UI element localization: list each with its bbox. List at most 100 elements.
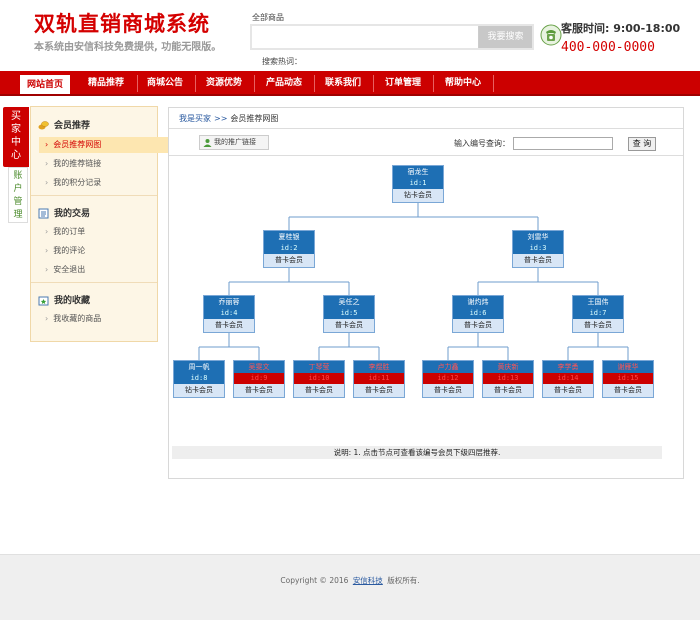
customer-service: 客服时间: 9:00-18:00 400-000-0000 <box>537 18 680 55</box>
phone-icon <box>540 24 562 46</box>
search-input[interactable] <box>252 26 478 48</box>
member-name: 吴雯文 <box>234 361 284 373</box>
tree-node[interactable]: 卢力鑫 id:12 普卡会员 <box>422 360 474 398</box>
company-link[interactable]: 安信科技 <box>353 576 383 585</box>
member-id: id:13 <box>483 373 533 384</box>
star-folder-icon <box>38 296 49 306</box>
nav-item-help[interactable]: 帮助中心 <box>435 71 491 96</box>
coins-icon <box>38 121 49 130</box>
service-time: 客服时间: 9:00-18:00 <box>561 22 681 35</box>
member-name: 宿龙生 <box>393 166 443 178</box>
member-level: 普卡会员 <box>294 384 344 397</box>
document-icon <box>38 208 49 219</box>
tree-node[interactable]: 刘雷华 id:3 普卡会员 <box>512 230 564 268</box>
member-level: 普卡会员 <box>603 384 653 397</box>
nav-sep <box>195 75 196 92</box>
tree-node[interactable]: 吴雯文 id:9 普卡会员 <box>233 360 285 398</box>
sidebar-item-my-reviews[interactable]: › 我的评论 <box>45 245 85 256</box>
chevron-right-icon: › <box>45 227 49 236</box>
member-level: 普卡会员 <box>453 319 503 332</box>
sidebar-divider <box>31 282 157 283</box>
sidebar-item-my-orders[interactable]: › 我的订单 <box>45 226 85 237</box>
tree-node[interactable]: 谢雁华 id:15 普卡会员 <box>602 360 654 398</box>
member-name: 王国伟 <box>573 296 623 308</box>
member-id: id:4 <box>204 308 254 319</box>
tree-node[interactable]: 周一帆 id:8 钻卡会员 <box>173 360 225 398</box>
referral-tree: 宿龙生 id:1 钻卡会员夏桂银 id:2 普卡会员 刘雷华 id:3 普卡会员乔丽蓉 id:4… <box>169 108 683 478</box>
tree-node[interactable]: 李学勇 id:14 普卡会员 <box>542 360 594 398</box>
site-title: 双轨直销商城系统 <box>34 11 210 36</box>
search-box: 我要搜索 <box>250 24 534 50</box>
tree-node[interactable]: 谢灼炜 id:6 普卡会员 <box>452 295 504 333</box>
tree-node[interactable]: 王国伟 id:7 普卡会员 <box>572 295 624 333</box>
tree-note: 说明: 1. 点击节点可查看该编号会员下级四层推荐. <box>172 446 662 459</box>
member-id: id:11 <box>354 373 404 384</box>
member-level: 普卡会员 <box>573 319 623 332</box>
member-level: 普卡会员 <box>264 254 314 267</box>
member-name: 吴任之 <box>324 296 374 308</box>
member-name: 黄庆新 <box>483 361 533 373</box>
nav-sep <box>373 75 374 92</box>
nav-sep <box>493 75 494 92</box>
member-level: 普卡会员 <box>513 254 563 267</box>
tree-node[interactable]: 李煜胜 id:11 普卡会员 <box>353 360 405 398</box>
main-nav: 网站首页 精品推荐 商城公告 资源优势 产品动态 联系我们 订单管理 帮助中心 <box>0 71 700 96</box>
member-name: 卢力鑫 <box>423 361 473 373</box>
sidebar-item-logout[interactable]: › 安全退出 <box>45 264 85 275</box>
sidebar-group-favorites: 我的收藏 <box>38 293 90 306</box>
member-id: id:8 <box>174 373 224 384</box>
service-phone: 400-000-0000 <box>561 40 655 55</box>
tree-node[interactable]: 宿龙生 id:1 钻卡会员 <box>392 165 444 203</box>
member-id: id:10 <box>294 373 344 384</box>
member-id: id:9 <box>234 373 284 384</box>
tree-node[interactable]: 夏桂银 id:2 普卡会员 <box>263 230 315 268</box>
member-level: 普卡会员 <box>324 319 374 332</box>
member-name: 李煜胜 <box>354 361 404 373</box>
sidebar-item-favorite-goods[interactable]: › 我收藏的商品 <box>45 313 101 324</box>
nav-sep <box>137 75 138 92</box>
member-id: id:14 <box>543 373 593 384</box>
main-panel: 我是买家 >> 会员推荐网图 我的推广链接 输入编号查询： 查 询 宿龙生 id:1 钻… <box>168 107 684 479</box>
member-id: id:12 <box>423 373 473 384</box>
tree-node[interactable]: 吴任之 id:5 普卡会员 <box>323 295 375 333</box>
search-button[interactable]: 我要搜索 <box>478 26 532 48</box>
hot-search-label: 搜索热词： <box>262 57 302 66</box>
nav-item-advantage[interactable]: 资源优势 <box>197 71 251 96</box>
sidebar-item-referral-link[interactable]: › 我的推荐链接 <box>45 158 101 169</box>
sidebar-item-referral-tree[interactable]: › 会员推荐网图 <box>39 137 185 153</box>
nav-item-featured[interactable]: 精品推荐 <box>78 71 134 96</box>
member-id: id:5 <box>324 308 374 319</box>
search-category[interactable]: 全部商品 <box>252 12 284 23</box>
member-id: id:6 <box>453 308 503 319</box>
nav-item-home[interactable]: 网站首页 <box>20 73 70 94</box>
member-name: 李学勇 <box>543 361 593 373</box>
member-name: 谢雁华 <box>603 361 653 373</box>
copyright: Copyright © 2016 安信科技 版权所有. <box>280 576 420 585</box>
member-level: 普卡会员 <box>543 384 593 397</box>
tree-node[interactable]: 黄庆新 id:13 普卡会员 <box>482 360 534 398</box>
sidebar: 会员推荐 › 会员推荐网图 › 我的推荐链接 › 我的积分记录 我的交易 › 我的订单 … <box>30 106 185 342</box>
chevron-right-icon: › <box>45 140 49 149</box>
member-level: 钻卡会员 <box>174 384 224 397</box>
tab-account-management[interactable]: 账户管理 <box>8 167 28 223</box>
nav-item-notice[interactable]: 商城公告 <box>139 71 191 96</box>
member-name: 周一帆 <box>174 361 224 373</box>
member-name: 刘雷华 <box>513 231 563 243</box>
member-level: 普卡会员 <box>354 384 404 397</box>
sidebar-divider <box>31 195 157 196</box>
nav-item-news[interactable]: 产品动态 <box>256 71 312 96</box>
member-name: 乔丽蓉 <box>204 296 254 308</box>
member-id: id:2 <box>264 243 314 254</box>
nav-item-orders[interactable]: 订单管理 <box>375 71 431 96</box>
member-level: 普卡会员 <box>483 384 533 397</box>
sidebar-item-points-log[interactable]: › 我的积分记录 <box>45 177 101 188</box>
member-id: id:7 <box>573 308 623 319</box>
chevron-right-icon: › <box>45 314 49 323</box>
tab-buyer-center[interactable]: 买家中心 <box>3 107 29 167</box>
member-id: id:15 <box>603 373 653 384</box>
nav-item-contact[interactable]: 联系我们 <box>316 71 370 96</box>
tree-node[interactable]: 丁琴莹 id:10 普卡会员 <box>293 360 345 398</box>
footer: Copyright © 2016 安信科技 版权所有. <box>0 554 700 620</box>
tree-node[interactable]: 乔丽蓉 id:4 普卡会员 <box>203 295 255 333</box>
member-name: 丁琴莹 <box>294 361 344 373</box>
